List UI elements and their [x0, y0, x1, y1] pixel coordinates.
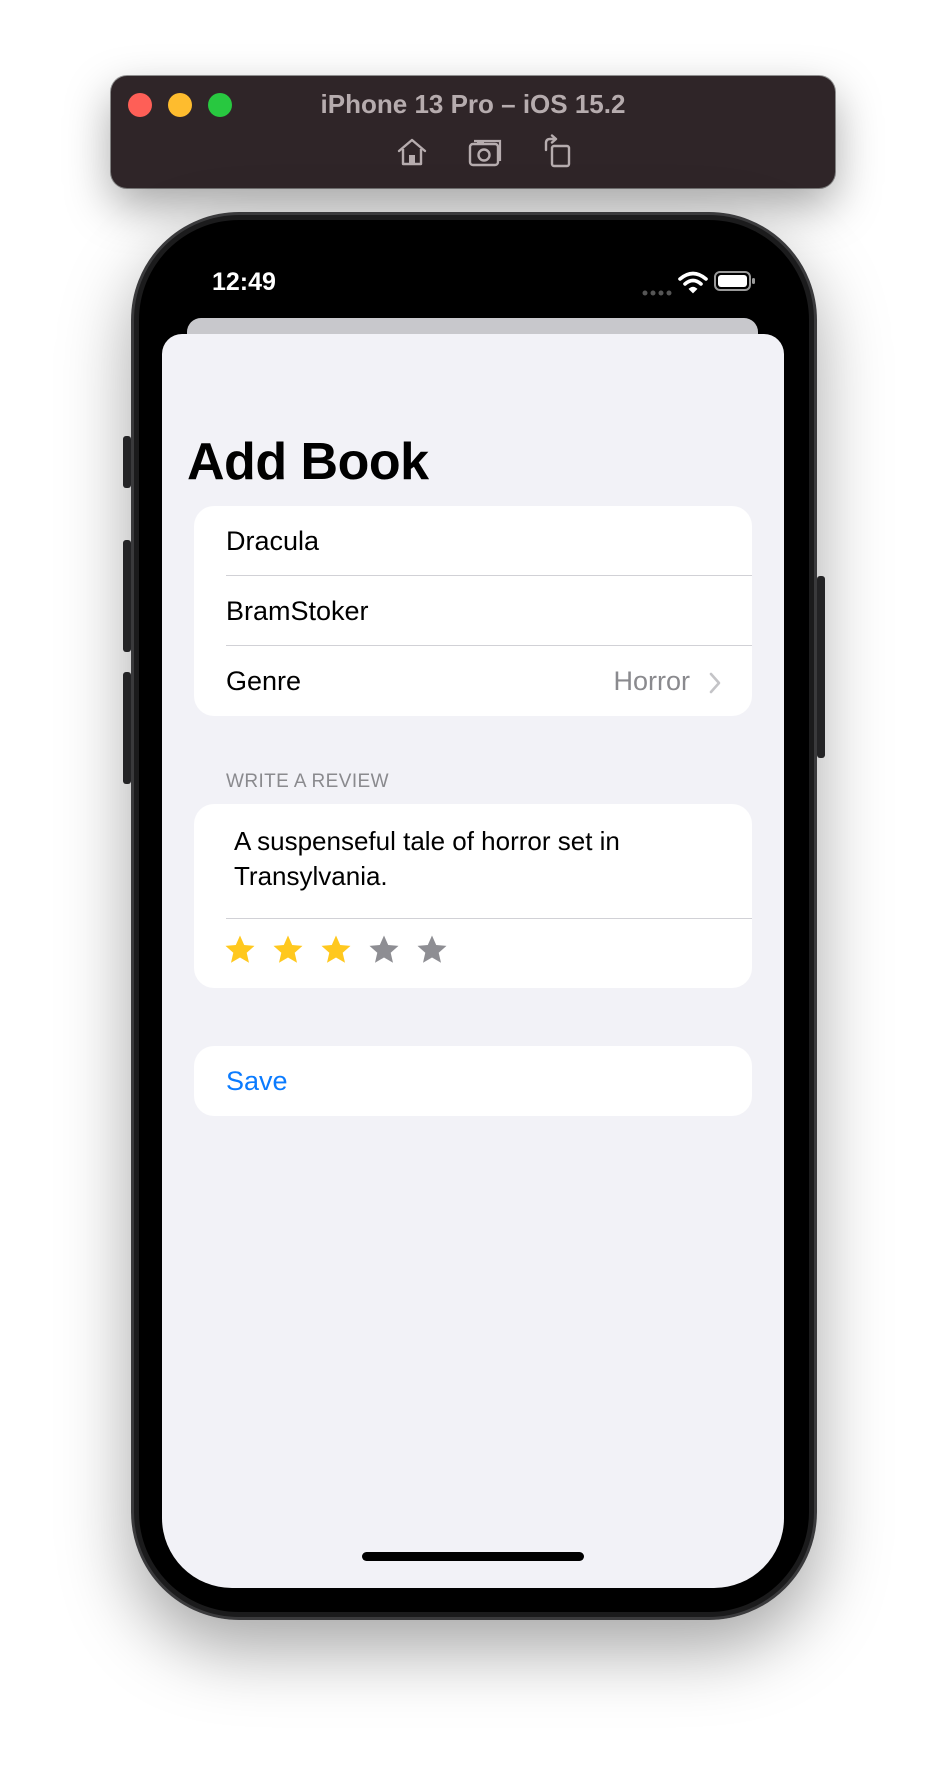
power-button	[817, 576, 825, 758]
status-time: 12:49	[212, 268, 276, 296]
page-title: Add Book	[187, 433, 429, 491]
add-book-sheet: Add Book Dracula BramStoker Genre Horror…	[162, 334, 784, 1588]
review-section-header: WRITE A REVIEW	[226, 771, 389, 792]
review-group: A suspenseful tale of horror set in Tran…	[194, 804, 752, 988]
rotate-icon[interactable]	[540, 134, 576, 170]
chevron-right-icon	[708, 670, 722, 694]
author-field-value[interactable]: BramStoker	[226, 596, 369, 627]
mute-switch	[123, 436, 131, 488]
volume-down-button	[123, 672, 131, 784]
save-group: Save	[194, 1046, 752, 1116]
star-5-icon[interactable]	[416, 934, 448, 966]
genre-label: Genre	[226, 665, 302, 696]
volume-up-button	[123, 540, 131, 652]
cellular-signal-icon	[642, 283, 672, 296]
star-3-icon[interactable]	[320, 934, 352, 966]
title-field[interactable]: Dracula	[194, 506, 752, 576]
simulator-title: iPhone 13 Pro – iOS 15.2	[320, 89, 626, 119]
save-button[interactable]: Save	[194, 1046, 752, 1116]
title-field-value[interactable]: Dracula	[226, 526, 319, 557]
battery-icon	[714, 270, 756, 292]
row-divider	[226, 918, 752, 919]
genre-picker[interactable]: Genre Horror	[194, 646, 752, 716]
star-1-icon[interactable]	[224, 934, 256, 966]
rating-stars	[224, 934, 448, 966]
wifi-icon	[678, 270, 708, 294]
genre-value: Horror	[613, 665, 690, 696]
home-icon[interactable]	[394, 134, 430, 170]
star-4-icon[interactable]	[368, 934, 400, 966]
book-details-group: Dracula BramStoker Genre Horror	[194, 506, 752, 716]
author-field[interactable]: BramStoker	[194, 576, 752, 646]
simulator-titlebar: iPhone 13 Pro – iOS 15.2	[111, 76, 835, 188]
review-text-editor[interactable]: A suspenseful tale of horror set in Tran…	[234, 824, 714, 894]
screenshot-icon[interactable]	[467, 134, 503, 170]
home-indicator	[362, 1552, 584, 1561]
star-2-icon[interactable]	[272, 934, 304, 966]
